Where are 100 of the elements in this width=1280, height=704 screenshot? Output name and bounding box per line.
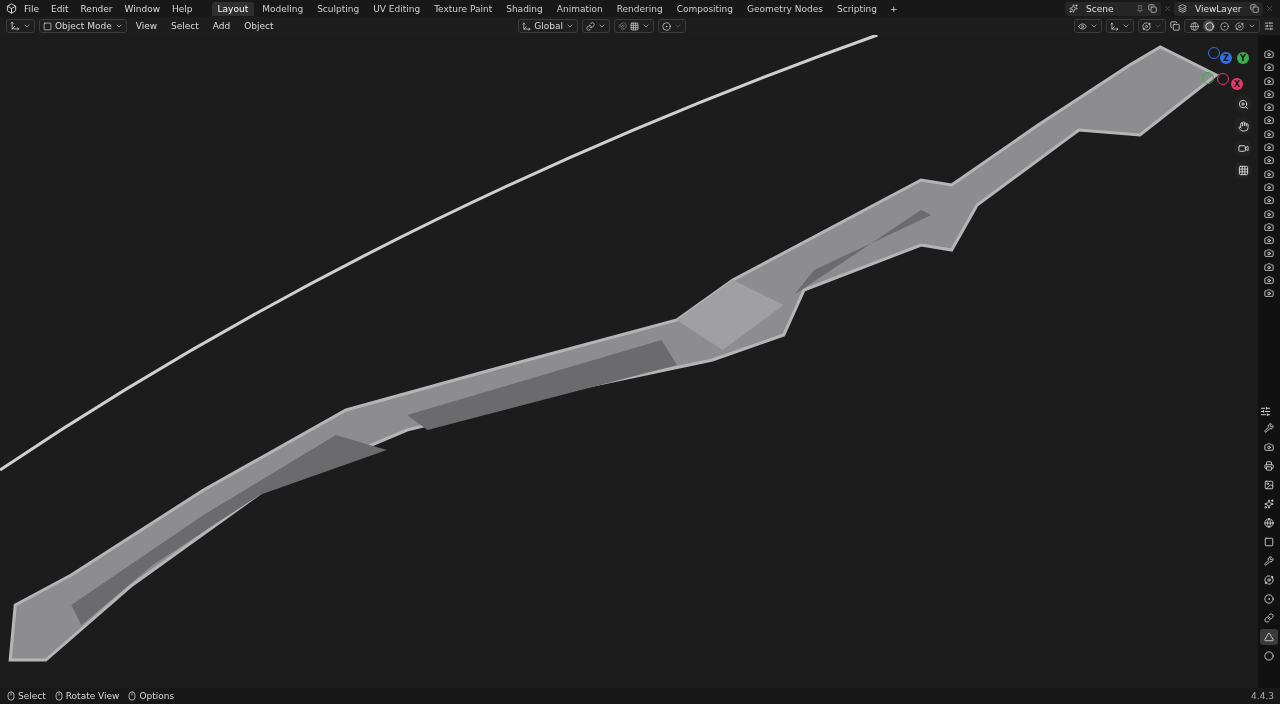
zoom-button[interactable] [1234,95,1252,113]
scene-selector[interactable]: Scene [1065,1,1161,16]
camera-toggle-icon[interactable] [1264,75,1274,86]
grid-icon [1237,164,1249,176]
camera-toggle-icon[interactable] [1264,155,1274,166]
workspace-tab[interactable]: Shading [500,1,549,16]
copy-icon [1148,4,1157,13]
add-workspace-button[interactable]: + [885,3,903,14]
camera-toggle-icon[interactable] [1264,288,1274,299]
overlay-dropdown[interactable] [1138,19,1166,33]
grid-icon [630,21,639,31]
axes-icon [10,21,20,31]
workspace-tab[interactable]: UV Editing [367,1,427,16]
camera-toggle-icon[interactable] [1264,248,1274,259]
layers-icon [1178,4,1187,13]
sidebar-icon[interactable] [1264,21,1274,31]
status-hint: Options [139,691,175,701]
constraint-icon [1264,613,1274,623]
toggle-icon[interactable] [1260,406,1271,417]
menu-item[interactable]: Edit [46,3,74,14]
camera-view-button[interactable] [1234,139,1252,157]
xray-icon[interactable] [1170,21,1180,31]
shading-icon [1234,21,1244,31]
workspace-tab[interactable]: Texture Paint [428,1,499,16]
mouse-icon [6,691,16,701]
status-hint: Rotate View [65,691,120,701]
snap-dropdown[interactable] [614,19,654,33]
workspace-tab[interactable]: Rendering [610,1,669,16]
camera-toggle-icon[interactable] [1264,235,1274,246]
proportional-dropdown[interactable] [658,19,686,33]
workspace-tab[interactable]: Layout [211,1,255,16]
shading-icon [1204,21,1214,31]
3d-viewport[interactable]: Z Y X [0,35,1258,688]
workspace-tab[interactable]: Sculpting [311,1,366,16]
shading-mode-button[interactable] [1188,20,1200,32]
properties-tab[interactable] [1260,629,1278,645]
gizmo-dropdown[interactable] [1106,19,1134,33]
workspace-tab[interactable]: Scripting [830,1,883,16]
hand-icon [1237,120,1249,132]
menu-item[interactable]: Select [166,21,204,31]
chevron-icon [1122,22,1130,30]
pivot-dropdown[interactable] [582,19,610,33]
mouse-icon [53,691,64,701]
workspace-tab[interactable]: Compositing [670,1,740,16]
triangle-icon [1264,632,1274,642]
camera-icon [1264,442,1274,452]
axis-button[interactable]: Y [1237,52,1249,64]
tool-icon [1264,423,1274,433]
axes-icon [1110,21,1119,31]
axis-button[interactable]: X [1231,78,1243,90]
chevron-icon [642,22,650,30]
camera-toggle-icon[interactable] [1264,208,1274,219]
zoom-icon [1237,98,1249,110]
menu-item[interactable]: Window [119,3,166,14]
camera-toggle-icon[interactable] [1264,181,1274,192]
camera-toggle-icon[interactable] [1264,275,1274,286]
perspective-button[interactable] [1234,161,1252,179]
workspace-tab[interactable]: Geometry Nodes [741,1,829,16]
chevron-icon [1090,22,1098,30]
visibility-dropdown[interactable] [1074,19,1102,33]
link-icon [586,21,595,31]
camera-toggle-icon[interactable] [1264,128,1274,139]
chevron-icon [114,22,123,30]
square-icon [1264,537,1274,547]
pan-button[interactable] [1234,117,1252,135]
axes-icon [522,21,532,31]
camera-toggle-icon[interactable] [1264,221,1274,232]
view-layer-selector[interactable]: ViewLayer [1174,1,1263,16]
camera-toggle-icon[interactable] [1264,261,1274,272]
camera-toggle-icon[interactable] [1264,88,1274,99]
status-hint: Select [18,691,46,701]
chevron-icon [23,22,31,30]
camera-toggle-icon[interactable] [1264,142,1274,153]
camera-toggle-icon[interactable] [1264,49,1274,59]
mode-dropdown[interactable]: Object Mode [39,19,127,33]
menu-item[interactable]: View [130,21,163,31]
target-icon [662,21,671,31]
shading-selector[interactable] [1184,19,1260,33]
app-logo-icon[interactable] [6,3,17,14]
editor-type-dropdown[interactable] [6,19,35,33]
menu-item[interactable]: Render [75,3,118,14]
menu-item[interactable]: Help [167,3,198,14]
shading-mode-button[interactable] [1233,20,1245,32]
workspace-tab[interactable]: Modeling [256,1,310,16]
camera-toggle-icon[interactable] [1264,102,1274,113]
camera-toggle-icon[interactable] [1264,115,1274,126]
camera-toggle-icon[interactable] [1264,195,1274,206]
camera-toggle-icon[interactable] [1264,168,1274,179]
axis-button[interactable]: Z [1220,52,1232,64]
menu-item[interactable]: File [19,3,45,14]
camera-toggle-icon[interactable] [1264,62,1274,73]
menu-item[interactable]: Add [207,21,236,31]
chevron-icon [674,22,682,30]
orientation-dropdown[interactable]: Global [518,19,578,33]
chevron-icon [1154,22,1162,30]
pin-icon [1136,4,1144,13]
menu-item[interactable]: Object [239,21,279,31]
shading-mode-button[interactable] [1218,20,1230,32]
mouse-icon [127,691,138,701]
workspace-tab[interactable]: Animation [550,1,609,16]
